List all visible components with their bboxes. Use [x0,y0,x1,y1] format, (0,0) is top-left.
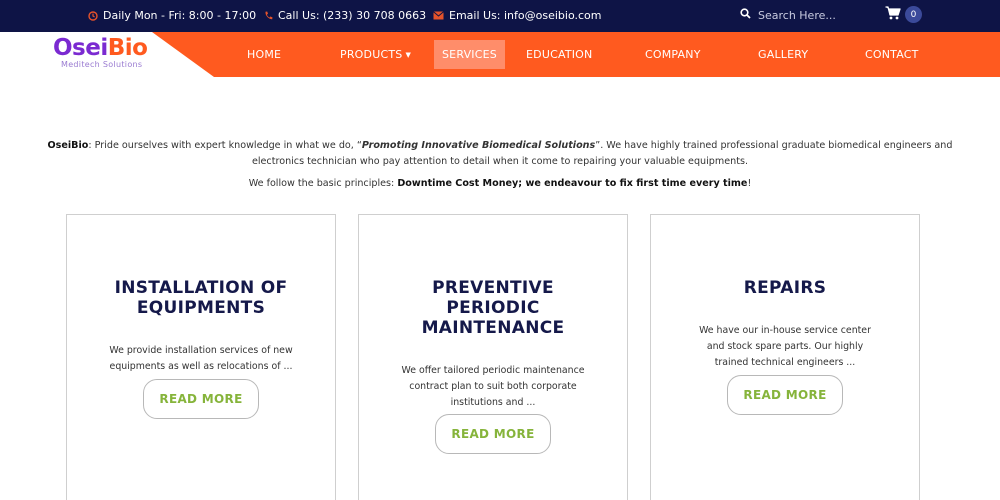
nav-contact[interactable]: CONTACT [865,32,919,77]
search-icon[interactable] [740,8,751,22]
service-card-repairs: REPAIRS We have our in-house service cen… [650,214,920,500]
service-card-installation: INSTALLATION OF EQUIPMENTS We provide in… [66,214,336,500]
nav-education[interactable]: EDUCATION [526,32,592,77]
card-description: We provide installation services of new … [109,345,293,372]
cart-button[interactable]: 0 [885,6,922,23]
service-card-maintenance: PREVENTIVE PERIODIC MAINTENANCE We offer… [358,214,628,500]
read-more-button[interactable]: READ MORE [143,379,259,419]
intro-paragraph: OseiBio: Pride ourselves with expert kno… [47,140,953,167]
card-title: PREVENTIVE PERIODIC MAINTENANCE [421,278,565,338]
phone-text: Call Us: (233) 30 708 0663 [278,9,427,22]
hours-info: Daily Mon - Fri: 8:00 - 17:00 [88,9,256,22]
nav-menu: HOME PRODUCTS ▼ SERVICES EDUCATION COMPA… [0,32,1000,77]
cart-count-badge: 0 [905,6,922,23]
nav-products-label: PRODUCTS [340,48,403,61]
search-input[interactable] [758,8,878,22]
phone-info[interactable]: Call Us: (233) 30 708 0663 [264,9,426,22]
read-more-button[interactable]: READ MORE [727,375,843,415]
search-box [740,8,878,22]
main-navbar: OseiBio Meditech Solutions HOME PRODUCTS… [0,32,1000,77]
nav-products[interactable]: PRODUCTS ▼ [340,32,411,77]
hours-text: Daily Mon - Fri: 8:00 - 17:00 [103,9,257,22]
nav-gallery[interactable]: GALLERY [758,32,808,77]
phone-icon [264,11,273,21]
nav-company[interactable]: COMPANY [645,32,701,77]
email-info[interactable]: Email Us: info@oseibio.com [433,9,601,22]
shopping-cart-icon [885,6,901,23]
top-info-bar: Daily Mon - Fri: 8:00 - 17:00 Call Us: (… [0,0,1000,32]
card-title: INSTALLATION OF EQUIPMENTS [114,278,288,318]
nav-home[interactable]: HOME [247,32,281,77]
services-intro: OseiBio: Pride ourselves with expert kno… [40,138,960,192]
clock-icon [88,10,98,21]
card-description: We have our in-house service center and … [699,325,871,368]
envelope-icon [433,11,444,20]
card-title: REPAIRS [743,278,827,298]
nav-services[interactable]: SERVICES [434,40,505,69]
read-more-button[interactable]: READ MORE [435,414,551,454]
caret-down-icon: ▼ [405,50,412,59]
intro-principles: We follow the basic principles: Downtime… [248,178,752,189]
card-description: We offer tailored periodic maintenance c… [401,365,585,408]
email-text: Email Us: info@oseibio.com [449,9,602,22]
